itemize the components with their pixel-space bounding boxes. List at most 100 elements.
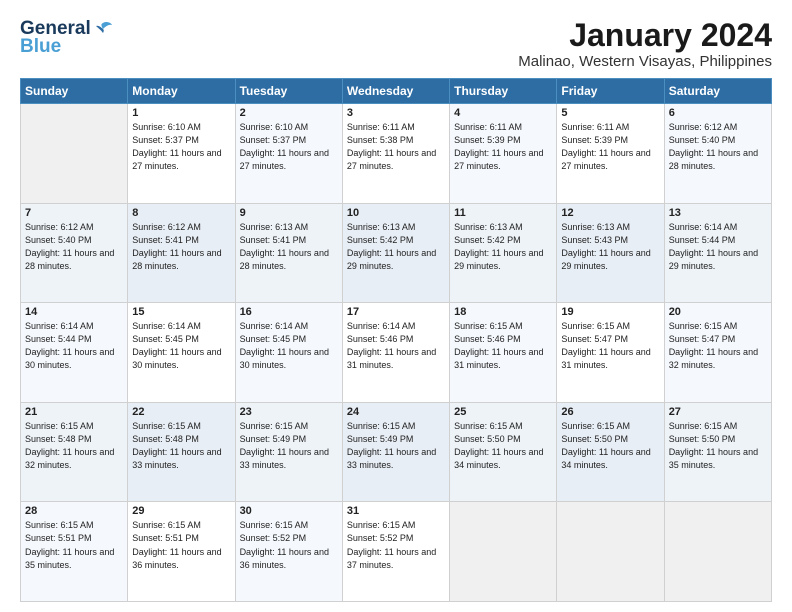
table-row: 24 Sunrise: 6:15 AM Sunset: 5:49 PM Dayl… xyxy=(342,402,449,502)
day-info: Sunrise: 6:15 AM Sunset: 5:51 PM Dayligh… xyxy=(132,519,230,571)
calendar-week-row: 28 Sunrise: 6:15 AM Sunset: 5:51 PM Dayl… xyxy=(21,502,772,602)
day-number: 7 xyxy=(25,207,123,219)
day-info: Sunrise: 6:14 AM Sunset: 5:44 PM Dayligh… xyxy=(25,320,123,372)
day-number: 9 xyxy=(240,207,338,219)
day-info: Sunrise: 6:15 AM Sunset: 5:50 PM Dayligh… xyxy=(669,420,767,472)
day-info: Sunrise: 6:13 AM Sunset: 5:42 PM Dayligh… xyxy=(454,221,552,273)
table-row: 27 Sunrise: 6:15 AM Sunset: 5:50 PM Dayl… xyxy=(664,402,771,502)
day-info: Sunrise: 6:15 AM Sunset: 5:50 PM Dayligh… xyxy=(561,420,659,472)
table-row: 25 Sunrise: 6:15 AM Sunset: 5:50 PM Dayl… xyxy=(450,402,557,502)
day-number: 25 xyxy=(454,406,552,418)
table-row: 10 Sunrise: 6:13 AM Sunset: 5:42 PM Dayl… xyxy=(342,203,449,303)
day-info: Sunrise: 6:12 AM Sunset: 5:40 PM Dayligh… xyxy=(669,121,767,173)
day-info: Sunrise: 6:15 AM Sunset: 5:49 PM Dayligh… xyxy=(240,420,338,472)
day-number: 31 xyxy=(347,505,445,517)
calendar-week-row: 7 Sunrise: 6:12 AM Sunset: 5:40 PM Dayli… xyxy=(21,203,772,303)
table-row: 6 Sunrise: 6:12 AM Sunset: 5:40 PM Dayli… xyxy=(664,104,771,204)
day-info: Sunrise: 6:15 AM Sunset: 5:47 PM Dayligh… xyxy=(561,320,659,372)
day-info: Sunrise: 6:14 AM Sunset: 5:44 PM Dayligh… xyxy=(669,221,767,273)
day-info: Sunrise: 6:15 AM Sunset: 5:49 PM Dayligh… xyxy=(347,420,445,472)
table-row: 16 Sunrise: 6:14 AM Sunset: 5:45 PM Dayl… xyxy=(235,303,342,403)
day-info: Sunrise: 6:13 AM Sunset: 5:43 PM Dayligh… xyxy=(561,221,659,273)
day-number: 29 xyxy=(132,505,230,517)
table-row: 3 Sunrise: 6:11 AM Sunset: 5:38 PM Dayli… xyxy=(342,104,449,204)
day-info: Sunrise: 6:13 AM Sunset: 5:41 PM Dayligh… xyxy=(240,221,338,273)
table-row: 22 Sunrise: 6:15 AM Sunset: 5:48 PM Dayl… xyxy=(128,402,235,502)
header-wednesday: Wednesday xyxy=(342,79,449,104)
day-number: 4 xyxy=(454,107,552,119)
day-info: Sunrise: 6:15 AM Sunset: 5:50 PM Dayligh… xyxy=(454,420,552,472)
calendar-title: January 2024 xyxy=(518,18,772,53)
day-info: Sunrise: 6:14 AM Sunset: 5:45 PM Dayligh… xyxy=(132,320,230,372)
day-number: 14 xyxy=(25,306,123,318)
day-info: Sunrise: 6:15 AM Sunset: 5:52 PM Dayligh… xyxy=(347,519,445,571)
day-number: 16 xyxy=(240,306,338,318)
calendar-subtitle: Malinao, Western Visayas, Philippines xyxy=(518,53,772,70)
calendar-week-row: 1 Sunrise: 6:10 AM Sunset: 5:37 PM Dayli… xyxy=(21,104,772,204)
day-number: 10 xyxy=(347,207,445,219)
header-tuesday: Tuesday xyxy=(235,79,342,104)
table-row xyxy=(450,502,557,602)
day-number: 5 xyxy=(561,107,659,119)
table-row: 21 Sunrise: 6:15 AM Sunset: 5:48 PM Dayl… xyxy=(21,402,128,502)
day-number: 2 xyxy=(240,107,338,119)
day-number: 20 xyxy=(669,306,767,318)
day-number: 26 xyxy=(561,406,659,418)
day-info: Sunrise: 6:11 AM Sunset: 5:38 PM Dayligh… xyxy=(347,121,445,173)
day-number: 24 xyxy=(347,406,445,418)
table-row: 4 Sunrise: 6:11 AM Sunset: 5:39 PM Dayli… xyxy=(450,104,557,204)
table-row: 8 Sunrise: 6:12 AM Sunset: 5:41 PM Dayli… xyxy=(128,203,235,303)
day-info: Sunrise: 6:10 AM Sunset: 5:37 PM Dayligh… xyxy=(132,121,230,173)
logo-blue: Blue xyxy=(20,36,61,58)
day-number: 27 xyxy=(669,406,767,418)
weekday-header-row: Sunday Monday Tuesday Wednesday Thursday… xyxy=(21,79,772,104)
day-info: Sunrise: 6:12 AM Sunset: 5:40 PM Dayligh… xyxy=(25,221,123,273)
table-row: 23 Sunrise: 6:15 AM Sunset: 5:49 PM Dayl… xyxy=(235,402,342,502)
header-friday: Friday xyxy=(557,79,664,104)
table-row: 17 Sunrise: 6:14 AM Sunset: 5:46 PM Dayl… xyxy=(342,303,449,403)
calendar-week-row: 21 Sunrise: 6:15 AM Sunset: 5:48 PM Dayl… xyxy=(21,402,772,502)
logo-bird-icon xyxy=(93,21,113,37)
table-row: 29 Sunrise: 6:15 AM Sunset: 5:51 PM Dayl… xyxy=(128,502,235,602)
table-row xyxy=(557,502,664,602)
table-row xyxy=(21,104,128,204)
day-info: Sunrise: 6:15 AM Sunset: 5:47 PM Dayligh… xyxy=(669,320,767,372)
day-number: 19 xyxy=(561,306,659,318)
table-row: 2 Sunrise: 6:10 AM Sunset: 5:37 PM Dayli… xyxy=(235,104,342,204)
day-number: 23 xyxy=(240,406,338,418)
table-row: 14 Sunrise: 6:14 AM Sunset: 5:44 PM Dayl… xyxy=(21,303,128,403)
day-number: 18 xyxy=(454,306,552,318)
header-sunday: Sunday xyxy=(21,79,128,104)
header-monday: Monday xyxy=(128,79,235,104)
title-block: January 2024 Malinao, Western Visayas, P… xyxy=(518,18,772,70)
day-number: 30 xyxy=(240,505,338,517)
table-row: 5 Sunrise: 6:11 AM Sunset: 5:39 PM Dayli… xyxy=(557,104,664,204)
day-number: 1 xyxy=(132,107,230,119)
day-info: Sunrise: 6:11 AM Sunset: 5:39 PM Dayligh… xyxy=(561,121,659,173)
day-info: Sunrise: 6:15 AM Sunset: 5:48 PM Dayligh… xyxy=(25,420,123,472)
table-row: 30 Sunrise: 6:15 AM Sunset: 5:52 PM Dayl… xyxy=(235,502,342,602)
day-number: 28 xyxy=(25,505,123,517)
day-number: 22 xyxy=(132,406,230,418)
table-row: 20 Sunrise: 6:15 AM Sunset: 5:47 PM Dayl… xyxy=(664,303,771,403)
day-info: Sunrise: 6:14 AM Sunset: 5:45 PM Dayligh… xyxy=(240,320,338,372)
day-number: 13 xyxy=(669,207,767,219)
day-info: Sunrise: 6:13 AM Sunset: 5:42 PM Dayligh… xyxy=(347,221,445,273)
table-row: 13 Sunrise: 6:14 AM Sunset: 5:44 PM Dayl… xyxy=(664,203,771,303)
day-info: Sunrise: 6:15 AM Sunset: 5:51 PM Dayligh… xyxy=(25,519,123,571)
table-row: 18 Sunrise: 6:15 AM Sunset: 5:46 PM Dayl… xyxy=(450,303,557,403)
table-row: 9 Sunrise: 6:13 AM Sunset: 5:41 PM Dayli… xyxy=(235,203,342,303)
table-row: 1 Sunrise: 6:10 AM Sunset: 5:37 PM Dayli… xyxy=(128,104,235,204)
header-thursday: Thursday xyxy=(450,79,557,104)
table-row: 28 Sunrise: 6:15 AM Sunset: 5:51 PM Dayl… xyxy=(21,502,128,602)
day-number: 21 xyxy=(25,406,123,418)
table-row xyxy=(664,502,771,602)
day-number: 11 xyxy=(454,207,552,219)
logo: General Blue xyxy=(20,18,113,58)
table-row: 15 Sunrise: 6:14 AM Sunset: 5:45 PM Dayl… xyxy=(128,303,235,403)
day-info: Sunrise: 6:15 AM Sunset: 5:52 PM Dayligh… xyxy=(240,519,338,571)
day-number: 8 xyxy=(132,207,230,219)
table-row: 7 Sunrise: 6:12 AM Sunset: 5:40 PM Dayli… xyxy=(21,203,128,303)
day-info: Sunrise: 6:14 AM Sunset: 5:46 PM Dayligh… xyxy=(347,320,445,372)
table-row: 11 Sunrise: 6:13 AM Sunset: 5:42 PM Dayl… xyxy=(450,203,557,303)
